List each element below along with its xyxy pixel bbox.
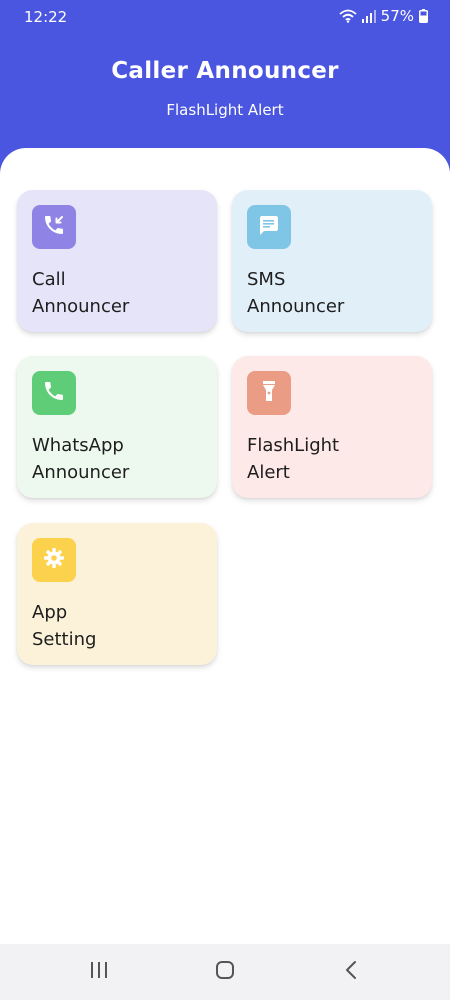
flashlight-alert-card[interactable]: FlashLight Alert [232,356,432,498]
back-icon [344,960,358,984]
card-icon-box [32,538,76,582]
card-label: FlashLight Alert [247,435,340,483]
card-icon-box [247,205,291,249]
gear-icon [42,546,66,574]
message-icon [257,213,281,241]
status-bar: 12:22 57% [0,0,450,34]
home-button[interactable] [205,958,245,986]
battery-icon [419,9,428,23]
card-icon-box [32,205,76,249]
card-label: SMS Announcer [247,269,345,317]
call-announcer-card[interactable]: Call Announcer [17,190,217,332]
card-label: Call Announcer [32,269,130,317]
card-label: App Setting [32,602,97,650]
sms-announcer-card[interactable]: SMS Announcer [232,190,432,332]
home-icon [215,960,235,984]
back-button[interactable] [331,958,371,986]
recents-icon [89,961,109,983]
status-icons: 57% [339,7,428,25]
recents-button[interactable] [79,958,119,986]
card-icon-box [247,371,291,415]
navigation-bar [0,944,450,1000]
battery-percent: 57% [380,7,414,25]
card-icon-box [32,371,76,415]
card-label: WhatsApp Announcer [32,435,130,483]
phone-incoming-icon [42,213,66,241]
main-content: Call Announcer SMS Announcer WhatsApp An… [0,148,450,944]
page-title: Caller Announcer [111,58,339,84]
whatsapp-announcer-card[interactable]: WhatsApp Announcer [17,356,217,498]
app-setting-card[interactable]: App Setting [17,523,217,665]
status-time: 12:22 [24,8,68,26]
signal-icon [361,9,376,23]
flashlight-icon [257,379,281,407]
phone-icon [42,379,66,407]
page-subtitle: FlashLight Alert [166,101,284,119]
wifi-icon [339,9,357,23]
